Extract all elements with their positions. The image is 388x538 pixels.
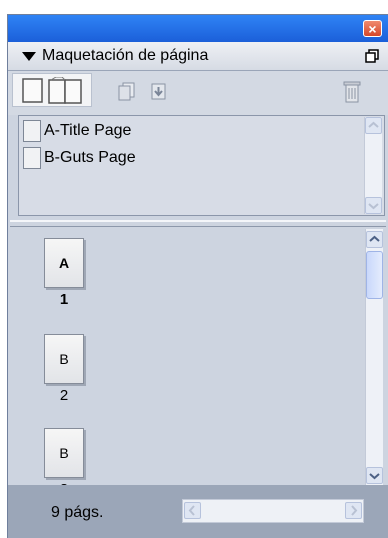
master-pages-list: A-Title Page B-Guts Page [18, 115, 385, 216]
page-item[interactable]: A 1 [42, 238, 86, 308]
scroll-down-button[interactable] [365, 197, 382, 214]
page-number: 2 [59, 387, 69, 404]
palette-titlebar[interactable]: × [8, 15, 388, 42]
chevron-down-icon [369, 473, 380, 480]
horizontal-scrollbar[interactable] [182, 499, 364, 523]
collapse-triangle-icon[interactable] [22, 52, 36, 61]
chevron-right-icon [351, 505, 358, 516]
scroll-right-button[interactable] [345, 502, 362, 519]
master-page-icon [23, 147, 41, 169]
page-count: 9 págs. [51, 504, 104, 521]
master-item-b-guts[interactable]: B-Guts Page [23, 146, 136, 170]
master-label: A-Title Page [44, 122, 132, 139]
scroll-down-button[interactable] [366, 467, 383, 484]
chevron-up-icon [368, 121, 379, 128]
page-thumbnail[interactable]: A [44, 238, 84, 288]
scroll-thumb[interactable] [366, 251, 383, 299]
page-number: 1 [59, 291, 69, 308]
blank-single-page-icon[interactable] [22, 78, 44, 104]
chevron-down-icon [368, 203, 379, 210]
master-list-scrollbar[interactable] [364, 117, 382, 214]
close-button[interactable]: × [363, 20, 382, 37]
duplicate-page-icon[interactable] [118, 82, 136, 102]
pages-scrollbar[interactable] [365, 229, 383, 486]
master-label: B-Guts Page [44, 149, 136, 166]
toolbar [8, 71, 388, 115]
page-layout-palette: × Maquetación de página A-Title Page B-G… [7, 14, 388, 538]
scroll-up-button[interactable] [365, 117, 382, 134]
blank-facing-pages-icon[interactable] [48, 77, 84, 105]
palette-footer: 9 págs. [8, 485, 388, 538]
trash-icon[interactable] [343, 80, 361, 104]
master-page-icon [23, 120, 41, 142]
page-thumbnail[interactable]: B [44, 334, 84, 384]
document-pages-area: A 1 B 2 B 3 [18, 229, 385, 498]
page-item[interactable]: B 2 [42, 334, 86, 404]
apply-master-icon[interactable] [150, 82, 168, 102]
palette-menu-icon[interactable] [365, 49, 379, 63]
page-thumbnail[interactable]: B [44, 428, 84, 478]
palette-header[interactable]: Maquetación de página [8, 42, 388, 71]
master-item-a-title[interactable]: A-Title Page [23, 119, 131, 143]
chevron-left-icon [188, 505, 195, 516]
chevron-up-icon [369, 235, 380, 242]
resize-divider[interactable] [10, 220, 386, 227]
scroll-up-button[interactable] [366, 231, 383, 248]
scroll-left-button[interactable] [184, 502, 201, 519]
panel-title: Maquetación de página [42, 47, 209, 64]
